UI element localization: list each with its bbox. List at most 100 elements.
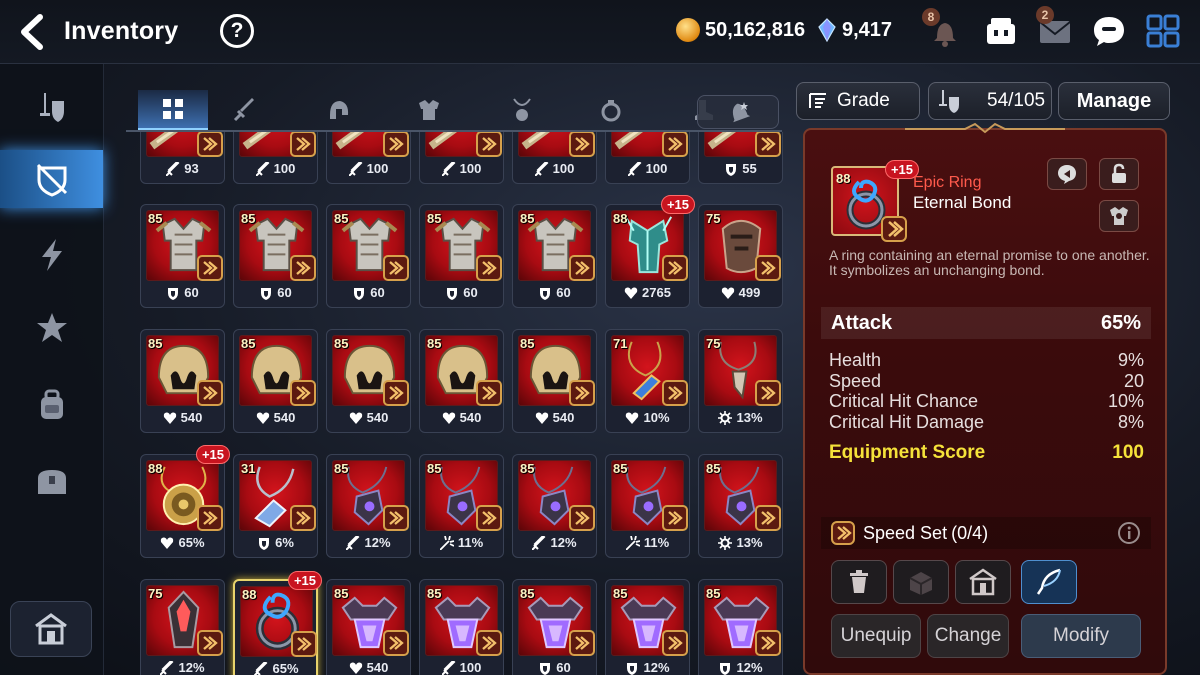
inventory-slot[interactable]: 85 60 <box>326 204 411 308</box>
inventory-slot[interactable]: 85 540 <box>512 329 597 433</box>
inventory-slot[interactable]: 85 60 <box>512 579 597 675</box>
info-icon[interactable] <box>1117 521 1141 545</box>
item-stat: 12% <box>699 660 782 675</box>
inventory-slot[interactable]: 85 60 <box>419 204 504 308</box>
inventory-slot[interactable]: 100 <box>512 132 597 184</box>
inventory-slot[interactable]: 85 12% <box>326 454 411 558</box>
inventory-slot[interactable]: 100 <box>419 132 504 184</box>
inventory-slot[interactable]: 85 13% <box>698 454 783 558</box>
inventory-slot[interactable]: 85 60 <box>233 204 318 308</box>
attack-stat-icon <box>441 161 456 176</box>
sub-stat-label: Critical Hit Chance <box>829 391 979 412</box>
tab-weapon[interactable] <box>210 90 280 130</box>
lock-button[interactable] <box>1099 158 1139 190</box>
modify-button[interactable]: Modify <box>1021 614 1141 658</box>
set-info-row[interactable]: Speed Set (0/4) <box>821 517 1151 549</box>
capacity-display[interactable]: 54/105 <box>928 82 1052 120</box>
reforge-button[interactable] <box>1021 560 1077 604</box>
set-icon <box>662 255 688 281</box>
inventory-slot[interactable]: 85 12% <box>698 579 783 675</box>
inventory-slot[interactable]: 100 <box>605 132 690 184</box>
item-level: 85 <box>241 211 256 226</box>
notifications-button[interactable]: 8 <box>922 8 964 50</box>
crit-stat-icon <box>718 410 733 425</box>
item-stat: 10% <box>606 410 689 425</box>
sidebar-item-materials[interactable] <box>0 376 104 434</box>
inventory-slot[interactable]: 75 499 <box>698 204 783 308</box>
extract-button[interactable] <box>893 560 949 604</box>
inventory-slot[interactable]: 85 11% <box>605 454 690 558</box>
inventory-slot[interactable]: 85 540 <box>233 329 318 433</box>
tab-all[interactable] <box>138 90 208 130</box>
inventory-slot[interactable]: 31 6% <box>233 454 318 558</box>
item-stat: 540 <box>327 660 410 675</box>
hero-equipped-button[interactable] <box>1099 200 1139 232</box>
item-stat-value: 6% <box>275 535 294 550</box>
sidebar-item-catalyst[interactable] <box>0 226 104 284</box>
health-stat-icon <box>161 537 174 549</box>
change-button[interactable]: Change <box>927 614 1009 658</box>
inventory-slot[interactable]: 100 <box>233 132 318 184</box>
item-stat-value: 11% <box>457 535 484 550</box>
sidebar-item-artifacts[interactable] <box>0 300 104 358</box>
menu-button[interactable] <box>1144 12 1182 50</box>
inventory-slot[interactable]: 71 10% <box>605 329 690 433</box>
inventory-slot[interactable]: 88 +15 65% <box>140 445 230 558</box>
panel-ornament <box>905 122 1065 134</box>
tab-ring[interactable] <box>576 90 646 130</box>
crit-dmg-stat-icon <box>439 535 454 550</box>
sort-filter-button[interactable] <box>697 95 779 129</box>
inventory-slot[interactable]: 85 540 <box>326 329 411 433</box>
sub-stat-value: 20 <box>1123 370 1144 391</box>
item-stat-value: 12% <box>736 660 763 675</box>
storage-button[interactable] <box>10 601 92 657</box>
item-stat: 93 <box>141 161 224 176</box>
inventory-slot[interactable]: 88 +15 2765 <box>605 195 695 308</box>
inventory-slot[interactable]: 85 540 <box>419 329 504 433</box>
item-level: 85 <box>520 336 535 351</box>
inventory-slot[interactable]: 85 60 <box>140 204 225 308</box>
set-speed-icon <box>881 216 907 242</box>
sell-button[interactable] <box>831 560 887 604</box>
inventory-slot[interactable]: 88 +15 65% <box>233 571 322 675</box>
item-stat: 100 <box>327 161 410 176</box>
sidebar-item-gear[interactable] <box>0 150 103 208</box>
back-arrow-icon[interactable] <box>16 14 50 50</box>
inventory-slot[interactable]: 75 12% <box>140 579 225 675</box>
inventory-slot[interactable]: 100 <box>326 132 411 184</box>
helmet-icon <box>330 101 349 119</box>
set-icon <box>569 380 595 406</box>
unequip-button[interactable]: Unequip <box>831 614 921 658</box>
main-stat-value: 65% <box>1100 311 1141 334</box>
item-stat: 65% <box>141 535 224 550</box>
inventory-slot[interactable]: 85 11% <box>419 454 504 558</box>
manage-button[interactable]: Manage <box>1058 82 1170 120</box>
tab-armor[interactable] <box>394 90 464 130</box>
inventory-slot[interactable]: 85 60 <box>512 204 597 308</box>
chat-button[interactable] <box>1090 12 1128 50</box>
inventory-slot[interactable]: 75 13% <box>698 329 783 433</box>
tab-helmet[interactable] <box>304 90 374 130</box>
item-stat-value: 10% <box>643 410 670 425</box>
help-button[interactable]: ? <box>220 14 254 48</box>
sidebar-item-chests[interactable] <box>0 452 104 510</box>
mail-button[interactable]: 2 <box>1036 6 1074 50</box>
inventory-slot[interactable]: 85 540 <box>326 579 411 675</box>
set-icon <box>569 255 595 281</box>
shop-button[interactable] <box>982 12 1020 50</box>
item-stat-value: 100 <box>459 161 482 176</box>
inventory-slot[interactable]: 85 12% <box>512 454 597 558</box>
inventory-slot[interactable]: 55 <box>698 132 783 184</box>
inventory-slot[interactable]: 85 100 <box>419 579 504 675</box>
sidebar-item-equipment[interactable] <box>0 78 104 136</box>
tab-necklace[interactable] <box>487 90 557 130</box>
inventory-slot[interactable]: 85 12% <box>605 579 690 675</box>
item-stat-value: 55 <box>742 161 757 176</box>
store-button[interactable] <box>955 560 1011 604</box>
inventory-slot[interactable]: 85 540 <box>140 329 225 433</box>
set-icon <box>197 380 223 406</box>
share-button[interactable] <box>1047 158 1087 190</box>
grade-sort-button[interactable]: Grade <box>796 82 920 120</box>
inventory-slot[interactable]: 93 <box>140 132 225 184</box>
item-stat: 540 <box>420 410 503 425</box>
